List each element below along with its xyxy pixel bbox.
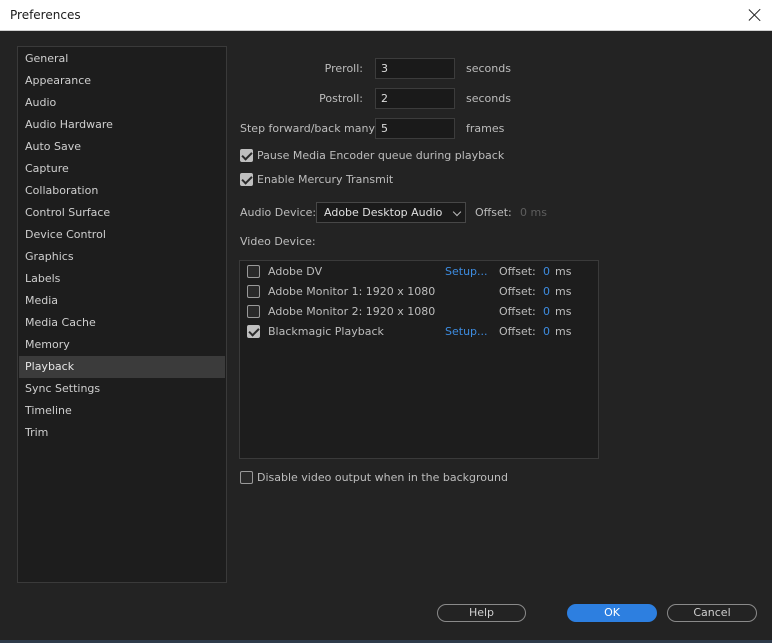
- postroll-label: Postroll:: [319, 92, 363, 105]
- device-offset-unit-blackmagic: ms: [555, 325, 572, 338]
- device-name-adobe-dv: Adobe DV: [268, 265, 323, 278]
- step-label: Step forward/back many:: [240, 122, 378, 135]
- dialog-body: General Appearance Audio Audio Hardware …: [0, 31, 772, 643]
- title-bar: Preferences: [0, 0, 772, 31]
- chevron-down-icon: [452, 207, 462, 217]
- device-offset-label-blackmagic: Offset:: [499, 325, 536, 338]
- device-offset-value-adobe-dv[interactable]: 0: [543, 265, 550, 278]
- close-icon[interactable]: [744, 4, 766, 26]
- device-row-monitor-2: Adobe Monitor 2: 1920 x 1080 Offset: 0 m…: [240, 302, 598, 322]
- step-input[interactable]: 5: [375, 118, 455, 139]
- cancel-button[interactable]: Cancel: [667, 604, 757, 622]
- audio-offset-label: Offset:: [475, 206, 512, 219]
- device-offset-unit-monitor-2: ms: [555, 305, 572, 318]
- disable-background-checkbox[interactable]: [240, 471, 253, 484]
- video-device-list: Adobe DV Setup... Offset: 0 ms Adobe Mon…: [239, 260, 599, 459]
- device-offset-unit-adobe-dv: ms: [555, 265, 572, 278]
- device-row-adobe-dv: Adobe DV Setup... Offset: 0 ms: [240, 262, 598, 282]
- pause-encoder-checkbox[interactable]: [240, 149, 253, 162]
- sidebar-item-device-control[interactable]: Device Control: [19, 224, 225, 246]
- window-title: Preferences: [10, 8, 81, 22]
- sidebar-item-timeline[interactable]: Timeline: [19, 400, 225, 422]
- audio-offset-value: 0 ms: [520, 206, 547, 219]
- sidebar-item-audio-hardware[interactable]: Audio Hardware: [19, 114, 225, 136]
- device-checkbox-monitor-2[interactable]: [247, 305, 260, 318]
- postroll-input[interactable]: 2: [375, 88, 455, 109]
- sidebar-item-control-surface[interactable]: Control Surface: [19, 202, 225, 224]
- preroll-unit: seconds: [466, 62, 511, 75]
- sidebar-item-general[interactable]: General: [19, 48, 225, 70]
- postroll-unit: seconds: [466, 92, 511, 105]
- device-setup-link-blackmagic[interactable]: Setup...: [445, 325, 488, 338]
- device-offset-unit-monitor-1: ms: [555, 285, 572, 298]
- device-row-monitor-1: Adobe Monitor 1: 1920 x 1080 Offset: 0 m…: [240, 282, 598, 302]
- step-unit: frames: [466, 122, 505, 135]
- sidebar-item-sync-settings[interactable]: Sync Settings: [19, 378, 225, 400]
- device-checkbox-adobe-dv[interactable]: [247, 265, 260, 278]
- category-list: General Appearance Audio Audio Hardware …: [17, 46, 227, 583]
- device-offset-value-monitor-1[interactable]: 0: [543, 285, 550, 298]
- sidebar-item-media[interactable]: Media: [19, 290, 225, 312]
- mercury-transmit-label: Enable Mercury Transmit: [257, 173, 394, 186]
- device-row-blackmagic: Blackmagic Playback Setup... Offset: 0 m…: [240, 322, 598, 342]
- audio-device-label: Audio Device:: [240, 206, 317, 219]
- sidebar-item-playback[interactable]: Playback: [19, 356, 225, 378]
- sidebar-item-collaboration[interactable]: Collaboration: [19, 180, 225, 202]
- device-offset-value-blackmagic[interactable]: 0: [543, 325, 550, 338]
- sidebar-item-media-cache[interactable]: Media Cache: [19, 312, 225, 334]
- disable-background-label: Disable video output when in the backgro…: [257, 471, 508, 484]
- sidebar-item-appearance[interactable]: Appearance: [19, 70, 225, 92]
- device-name-blackmagic: Blackmagic Playback: [268, 325, 384, 338]
- sidebar-item-labels[interactable]: Labels: [19, 268, 225, 290]
- sidebar-item-memory[interactable]: Memory: [19, 334, 225, 356]
- ok-button[interactable]: OK: [567, 604, 657, 622]
- sidebar-item-graphics[interactable]: Graphics: [19, 246, 225, 268]
- device-name-monitor-2: Adobe Monitor 2: 1920 x 1080: [268, 305, 436, 318]
- sidebar-item-audio[interactable]: Audio: [19, 92, 225, 114]
- device-checkbox-blackmagic[interactable]: [247, 325, 260, 338]
- device-offset-label-monitor-2: Offset:: [499, 305, 536, 318]
- sidebar-item-auto-save[interactable]: Auto Save: [19, 136, 225, 158]
- preroll-label: Preroll:: [324, 62, 363, 75]
- device-checkbox-monitor-1[interactable]: [247, 285, 260, 298]
- sidebar-item-capture[interactable]: Capture: [19, 158, 225, 180]
- device-name-monitor-1: Adobe Monitor 1: 1920 x 1080: [268, 285, 436, 298]
- preroll-input[interactable]: 3: [375, 58, 455, 79]
- audio-device-value: Adobe Desktop Audio: [324, 206, 443, 219]
- audio-device-dropdown[interactable]: Adobe Desktop Audio: [316, 202, 466, 223]
- video-device-label: Video Device:: [240, 235, 316, 248]
- pause-encoder-label: Pause Media Encoder queue during playbac…: [257, 149, 505, 162]
- device-offset-value-monitor-2[interactable]: 0: [543, 305, 550, 318]
- device-offset-label-monitor-1: Offset:: [499, 285, 536, 298]
- device-setup-link-adobe-dv[interactable]: Setup...: [445, 265, 488, 278]
- device-offset-label-adobe-dv: Offset:: [499, 265, 536, 278]
- sidebar-item-trim[interactable]: Trim: [19, 422, 225, 444]
- mercury-transmit-checkbox[interactable]: [240, 173, 253, 186]
- help-button[interactable]: Help: [437, 604, 526, 622]
